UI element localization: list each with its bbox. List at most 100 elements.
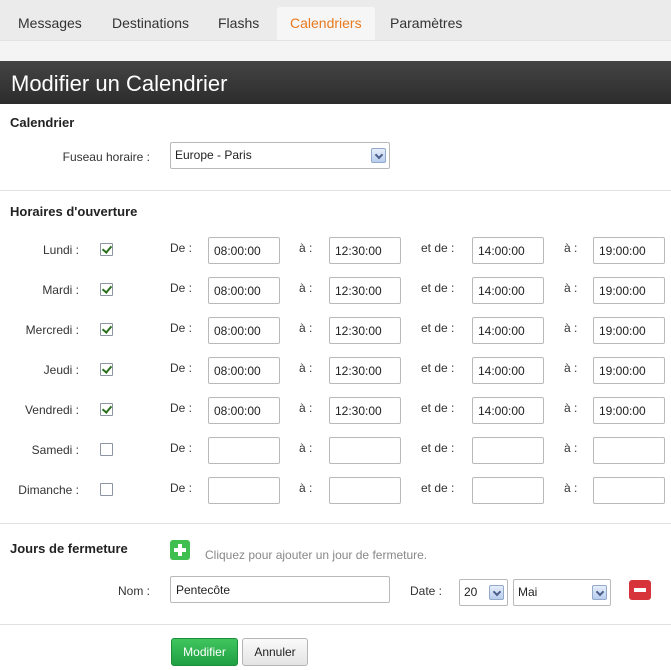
tab-messages[interactable]: Messages (5, 7, 95, 40)
closure-name-label: Nom : (117, 584, 150, 598)
closure-day-value: 20 (464, 585, 478, 599)
time-input-from1[interactable] (208, 317, 280, 344)
time-input-to1[interactable] (329, 237, 401, 264)
time-input-to1[interactable] (329, 397, 401, 424)
day-label: Jeudi : (43, 363, 79, 377)
tab-parametres[interactable]: Paramètres (377, 7, 475, 40)
and-from-label: et de : (421, 361, 455, 375)
subheader-strip (0, 40, 671, 61)
time-input-to1[interactable] (329, 277, 401, 304)
to-label: à : (564, 321, 578, 335)
timezone-select[interactable]: Europe - Paris (170, 142, 390, 169)
tab-flashs[interactable]: Flashs (205, 7, 272, 40)
and-from-label: et de : (421, 401, 455, 415)
to-label: à : (564, 481, 578, 495)
and-from-label: et de : (421, 441, 455, 455)
time-input-to1[interactable] (329, 357, 401, 384)
time-input-to2[interactable] (593, 237, 665, 264)
closure-date-label: Date : (410, 584, 443, 598)
from-label: De : (170, 441, 193, 455)
day-enabled-checkbox[interactable] (100, 483, 113, 496)
day-enabled-checkbox[interactable] (100, 243, 113, 256)
to-label: à : (564, 241, 578, 255)
and-from-label: et de : (421, 321, 455, 335)
time-input-from2[interactable] (472, 437, 544, 464)
time-input-to1[interactable] (329, 477, 401, 504)
time-input-from2[interactable] (472, 317, 544, 344)
chevron-down-icon (489, 585, 504, 600)
tab-destinations[interactable]: Destinations (99, 7, 202, 40)
time-input-from1[interactable] (208, 477, 280, 504)
day-label: Lundi : (42, 243, 79, 257)
time-input-from1[interactable] (208, 397, 280, 424)
and-from-label: et de : (421, 481, 455, 495)
day-enabled-checkbox[interactable] (100, 283, 113, 296)
timezone-value: Europe - Paris (175, 148, 252, 162)
to-label: à : (299, 441, 313, 455)
time-input-from2[interactable] (472, 477, 544, 504)
calendar-form: Calendrier Fuseau horaire : Europe - Par… (0, 104, 671, 670)
time-input-to2[interactable] (593, 437, 665, 464)
and-from-label: et de : (421, 241, 455, 255)
tab-bar: Messages Destinations Flashs Calendriers… (0, 0, 671, 40)
from-label: De : (170, 281, 193, 295)
day-enabled-checkbox[interactable] (100, 323, 113, 336)
time-input-from2[interactable] (472, 277, 544, 304)
save-button[interactable]: Modifier (171, 638, 238, 666)
tab-calendriers[interactable]: Calendriers (277, 7, 375, 40)
from-label: De : (170, 361, 193, 375)
to-label: à : (299, 481, 313, 495)
to-label: à : (299, 321, 313, 335)
to-label: à : (299, 361, 313, 375)
divider (0, 523, 671, 524)
day-label: Mardi : (42, 283, 79, 297)
time-input-to2[interactable] (593, 357, 665, 384)
time-input-from1[interactable] (208, 437, 280, 464)
closure-month-select[interactable]: Mai (513, 579, 611, 606)
chevron-down-icon (371, 148, 386, 163)
time-input-from2[interactable] (472, 357, 544, 384)
divider (0, 190, 671, 191)
from-label: De : (170, 401, 193, 415)
day-label: Vendredi : (24, 403, 79, 417)
to-label: à : (299, 241, 313, 255)
add-closure-icon[interactable] (170, 540, 190, 560)
closure-name-input[interactable] (170, 576, 390, 603)
page-title: Modifier un Calendrier (0, 61, 671, 104)
time-input-from2[interactable] (472, 237, 544, 264)
day-enabled-checkbox[interactable] (100, 363, 113, 376)
to-label: à : (564, 401, 578, 415)
chevron-down-icon (592, 585, 607, 600)
remove-closure-icon[interactable] (629, 580, 651, 600)
to-label: à : (564, 281, 578, 295)
time-input-to2[interactable] (593, 477, 665, 504)
day-label: Dimanche : (18, 483, 79, 497)
from-label: De : (170, 321, 193, 335)
closure-month-value: Mai (518, 585, 538, 599)
time-input-from1[interactable] (208, 277, 280, 304)
time-input-from2[interactable] (472, 397, 544, 424)
cancel-button[interactable]: Annuler (242, 638, 308, 666)
to-label: à : (299, 281, 313, 295)
divider (0, 624, 671, 625)
day-enabled-checkbox[interactable] (100, 443, 113, 456)
day-label: Samedi : (31, 443, 79, 457)
time-input-to1[interactable] (329, 437, 401, 464)
from-label: De : (170, 241, 193, 255)
and-from-label: et de : (421, 281, 455, 295)
day-enabled-checkbox[interactable] (100, 403, 113, 416)
time-input-to2[interactable] (593, 397, 665, 424)
timezone-label: Fuseau horaire : (62, 150, 150, 164)
section-title-hours: Horaires d'ouverture (10, 204, 138, 219)
time-input-to2[interactable] (593, 277, 665, 304)
time-input-from1[interactable] (208, 357, 280, 384)
closure-day-select[interactable]: 20 (459, 579, 508, 606)
from-label: De : (170, 481, 193, 495)
time-input-to2[interactable] (593, 317, 665, 344)
section-title-closure: Jours de fermeture (10, 541, 128, 556)
time-input-to1[interactable] (329, 317, 401, 344)
add-closure-hint: Cliquez pour ajouter un jour de fermetur… (205, 548, 428, 562)
time-input-from1[interactable] (208, 237, 280, 264)
section-title-calendar: Calendrier (10, 115, 75, 130)
to-label: à : (564, 441, 578, 455)
